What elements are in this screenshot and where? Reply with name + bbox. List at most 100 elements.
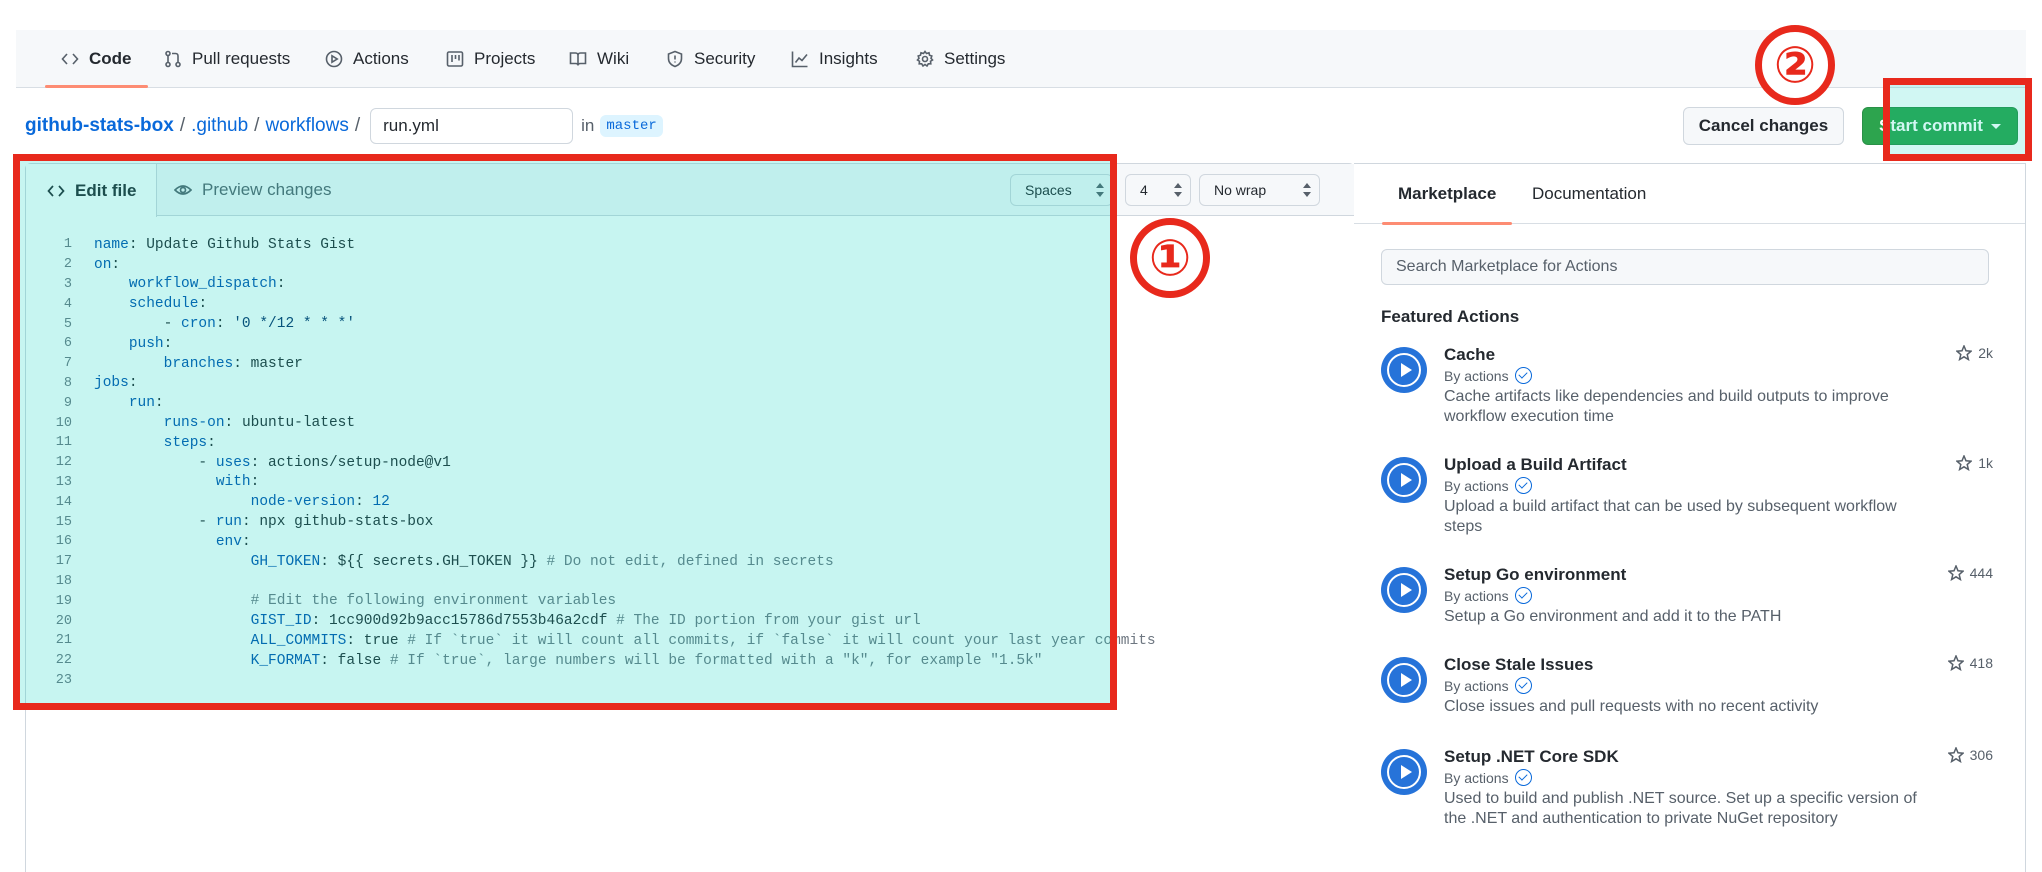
line-number: 5 <box>63 316 72 332</box>
code-text: run: <box>128 395 164 412</box>
action-star-count: 418 <box>1969 655 1993 671</box>
tab-wiki[interactable]: Wiki <box>569 30 629 88</box>
verified-badge-icon <box>1514 587 1532 604</box>
action-title[interactable]: Close Stale Issues <box>1444 655 1593 675</box>
line-number: 15 <box>55 514 72 530</box>
tab-projects[interactable]: Projects <box>446 30 535 88</box>
action-star-count: 306 <box>1969 747 1993 763</box>
play-circle-icon <box>1381 567 1427 613</box>
action-title[interactable]: Setup Go environment <box>1444 565 1626 585</box>
code-text: - uses: actions/setup-node@v1 <box>94 454 451 471</box>
line-number: 6 <box>63 336 72 352</box>
play-circle-icon <box>325 50 343 68</box>
code-text: # Edit the following environment variabl… <box>250 593 617 610</box>
play-circle-icon <box>1381 657 1427 703</box>
cancel-changes-button[interactable]: Cancel changes <box>1683 107 1844 145</box>
line-number: 22 <box>55 653 72 669</box>
code-line: 22 K_FORMAT: false # If `true`, large nu… <box>26 651 1354 671</box>
code-line: 17 GH_TOKEN: ${{ secrets.GH_TOKEN }} # D… <box>26 552 1354 572</box>
action-title[interactable]: Upload a Build Artifact <box>1444 455 1627 475</box>
code-text: branches: master <box>163 355 303 372</box>
line-number: 14 <box>55 494 72 510</box>
line-number: 13 <box>55 474 72 490</box>
breadcrumb-separator: / <box>254 115 260 136</box>
line-number: 1 <box>63 237 72 253</box>
star-icon <box>1956 455 1973 471</box>
start-commit-button[interactable]: Start commit <box>1862 107 2018 145</box>
indent-mode-select[interactable]: Spaces <box>1010 174 1113 206</box>
tab-pull-requests-label: Pull requests <box>192 49 291 68</box>
code-line: 8 jobs: <box>26 374 1354 394</box>
line-number: 21 <box>55 633 72 649</box>
marketplace-search-input[interactable] <box>1381 249 1989 285</box>
action-description: Upload a build artifact that can be used… <box>1444 498 1897 535</box>
tab-pull-requests[interactable]: Pull requests <box>164 30 290 88</box>
line-number: 12 <box>55 455 72 471</box>
code-line: 9 run: <box>26 393 1354 413</box>
wrap-mode-select[interactable]: No wrap <box>1199 174 1320 206</box>
code-text: steps: <box>163 434 216 451</box>
action-star-count: 1k <box>1978 455 1993 471</box>
tab-edit-file-label: Edit file <box>75 180 137 200</box>
play-circle-icon <box>1381 457 1427 503</box>
action-stars: 418 <box>1947 655 1993 671</box>
line-number: 23 <box>55 672 72 688</box>
tab-edit-file[interactable]: Edit file <box>26 164 158 217</box>
code-line: 11 steps: <box>26 433 1354 453</box>
filename-input[interactable] <box>370 108 574 144</box>
breadcrumb-separator: / <box>179 115 186 136</box>
line-number: 8 <box>63 375 72 391</box>
action-title[interactable]: Setup .NET Core SDK <box>1444 747 1619 767</box>
code-line: 20 GIST_ID: 1cc900d92b9acc15786d7553b46a… <box>26 611 1354 631</box>
action-author-label: By actions <box>1444 587 1509 604</box>
indent-size-select[interactable]: 4 <box>1125 174 1191 206</box>
code-line: 16 env: <box>26 532 1354 552</box>
action-author: By actions <box>1444 769 1532 786</box>
tab-wiki-label: Wiki <box>597 49 630 68</box>
select-arrows-icon <box>1174 183 1182 197</box>
project-board-icon <box>446 51 464 67</box>
action-stars: 1k <box>1956 455 1993 471</box>
breadcrumb-repo-link[interactable]: github-stats-box <box>25 115 174 137</box>
action-author-label: By actions <box>1444 477 1509 494</box>
code-text: env: <box>215 533 251 550</box>
line-number: 18 <box>55 573 72 589</box>
action-stars: 306 <box>1947 747 1993 763</box>
tab-actions[interactable]: Actions <box>325 30 409 88</box>
tab-actions-label: Actions <box>353 49 409 68</box>
marketplace-sidebar: Marketplace Documentation Featured Actio… <box>1354 163 2026 872</box>
code-line: 10 runs-on: ubuntu-latest <box>26 413 1354 433</box>
tab-documentation[interactable]: Documentation <box>1532 164 1646 224</box>
star-icon <box>1947 655 1964 671</box>
code-line: 19 # Edit the following environment vari… <box>26 591 1354 611</box>
sidebar-tabs: Marketplace Documentation <box>1354 164 2025 225</box>
breadcrumb-github-dir-link[interactable]: .github <box>191 115 248 137</box>
tab-code[interactable]: Code <box>45 30 147 88</box>
action-star-count: 2k <box>1978 345 1993 361</box>
repo-nav: Code Pull requests Actions Projects Wiki… <box>16 30 2026 88</box>
action-description: Used to build and publish .NET source. S… <box>1444 790 1917 827</box>
tab-security[interactable]: Security <box>666 30 755 88</box>
breadcrumb-workflows-dir-link[interactable]: workflows <box>265 115 348 137</box>
code-text: - run: npx github-stats-box <box>94 514 434 531</box>
line-number: 19 <box>55 593 72 609</box>
wrap-mode-value: No wrap <box>1214 182 1267 198</box>
branch-in-label: in <box>581 116 595 135</box>
tab-insights[interactable]: Insights <box>791 30 878 88</box>
verified-badge-icon <box>1514 367 1532 384</box>
action-description: Setup a Go environment and add it to the… <box>1444 608 1782 625</box>
action-description: Close issues and pull requests with no r… <box>1444 698 1819 715</box>
pull-request-icon <box>165 50 181 68</box>
action-author: By actions <box>1444 677 1532 694</box>
tab-preview-changes[interactable]: Preview changes <box>174 164 331 216</box>
code-text: node-version: 12 <box>250 494 390 511</box>
tab-marketplace[interactable]: Marketplace <box>1381 164 1513 225</box>
action-title[interactable]: Cache <box>1444 345 1495 365</box>
line-number: 10 <box>55 415 72 431</box>
code-text: GH_TOKEN: ${{ secrets.GH_TOKEN }} # Do n… <box>250 553 834 570</box>
code-line: 18 <box>26 572 1354 592</box>
code-icon <box>47 184 65 197</box>
tab-settings[interactable]: Settings <box>916 30 1005 88</box>
code-line: 13 with: <box>26 473 1354 493</box>
tab-security-label: Security <box>694 49 756 68</box>
